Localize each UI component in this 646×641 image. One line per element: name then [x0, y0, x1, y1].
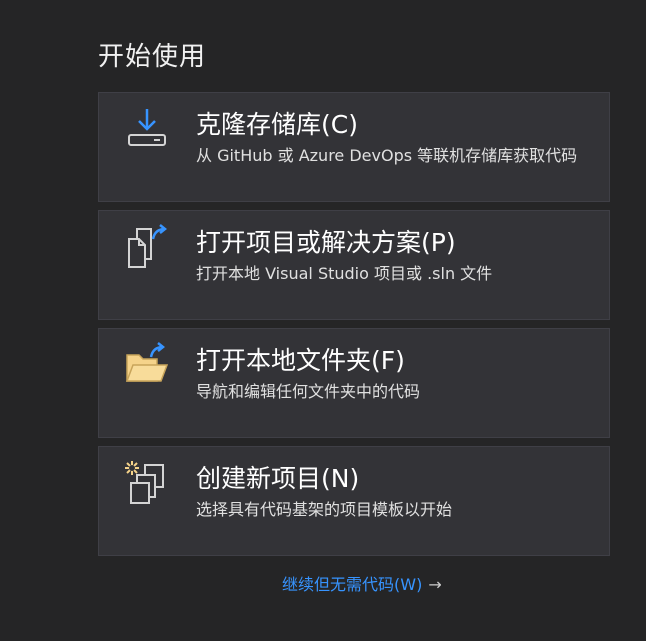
continue-without-code-label: 继续但无需代码(W)	[282, 575, 423, 594]
open-folder-card[interactable]: 打开本地文件夹(F) 导航和编辑任何文件夹中的代码	[98, 328, 610, 438]
arrow-right-icon: →	[428, 575, 442, 594]
continue-without-code-link[interactable]: 继续但无需代码(W) →	[282, 571, 442, 595]
open-folder-icon	[123, 341, 171, 389]
new-project-icon	[123, 459, 171, 507]
clone-repository-title: 克隆存储库(C)	[196, 110, 358, 139]
open-project-card[interactable]: 打开项目或解决方案(P) 打开本地 Visual Studio 项目或 .sln…	[98, 210, 610, 320]
clone-repository-card[interactable]: 克隆存储库(C) 从 GitHub 或 Azure DevOps 等联机存储库获…	[98, 92, 610, 202]
page-title: 开始使用	[98, 42, 207, 72]
download-clone-icon	[123, 105, 171, 153]
open-project-title: 打开项目或解决方案(P)	[196, 228, 456, 257]
new-project-title: 创建新项目(N)	[196, 464, 360, 493]
get-started-page: 开始使用 克隆存储库(C) 从 GitHub 或 Azure DevOps 等联…	[0, 0, 646, 641]
open-project-description: 打开本地 Visual Studio 项目或 .sln 文件	[196, 264, 493, 283]
clone-repository-description: 从 GitHub 或 Azure DevOps 等联机存储库获取代码	[196, 146, 578, 165]
new-project-card[interactable]: 创建新项目(N) 选择具有代码基架的项目模板以开始	[98, 446, 610, 556]
open-folder-description: 导航和编辑任何文件夹中的代码	[196, 382, 421, 401]
open-folder-title: 打开本地文件夹(F)	[196, 346, 405, 375]
open-project-icon	[123, 223, 171, 271]
new-project-description: 选择具有代码基架的项目模板以开始	[196, 500, 453, 519]
